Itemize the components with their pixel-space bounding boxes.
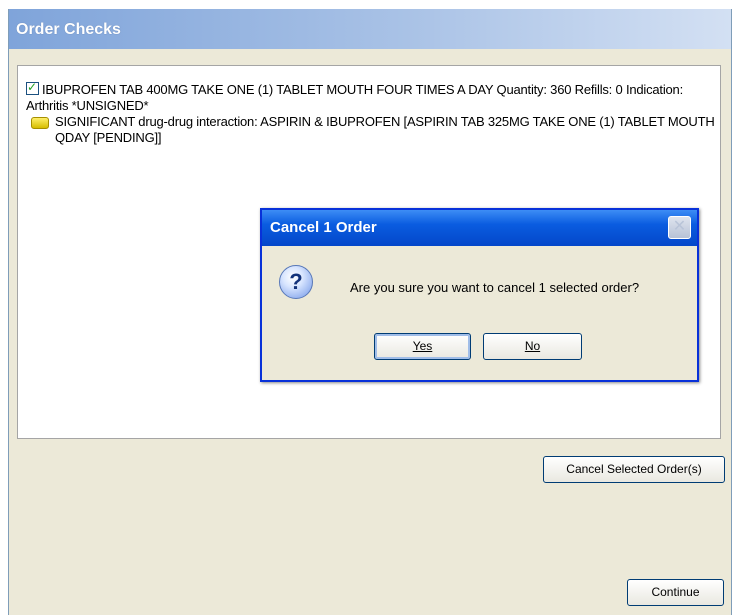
cancel-order-dialog: Cancel 1 Order ✕ ? Are you sure you want… xyxy=(260,208,699,382)
interaction-warning: SIGNIFICANT drug-drug interaction: ASPIR… xyxy=(31,114,719,146)
dialog-title-bar[interactable]: Cancel 1 Order ✕ xyxy=(262,210,697,246)
yes-button[interactable]: Yes xyxy=(374,333,471,360)
order-item[interactable]: ✓ IBUPROFEN TAB 400MG TAKE ONE (1) TABLET… xyxy=(26,80,716,114)
window-title: Order Checks xyxy=(16,21,121,38)
yes-button-label: Yes xyxy=(412,339,433,353)
checkmark-icon: ✓ xyxy=(27,80,37,94)
no-button[interactable]: No xyxy=(483,333,582,360)
warning-text: SIGNIFICANT drug-drug interaction: ASPIR… xyxy=(55,114,715,145)
question-icon: ? xyxy=(279,265,313,299)
cancel-selected-orders-button[interactable]: Cancel Selected Order(s) xyxy=(543,456,725,483)
order-checks-window: Order Checks ✓ IBUPROFEN TAB 400MG TAKE O… xyxy=(8,9,732,615)
warning-icon xyxy=(31,117,49,129)
close-icon[interactable]: ✕ xyxy=(668,216,691,239)
dialog-title: Cancel 1 Order xyxy=(270,219,377,236)
order-checkbox[interactable]: ✓ xyxy=(26,80,39,95)
window-title-bar[interactable]: Order Checks xyxy=(9,9,731,49)
continue-button[interactable]: Continue xyxy=(627,579,724,606)
order-text: IBUPROFEN TAB 400MG TAKE ONE (1) TABLET … xyxy=(26,82,684,113)
dialog-message: Are you sure you want to cancel 1 select… xyxy=(350,280,640,295)
no-button-label: No xyxy=(524,339,541,353)
